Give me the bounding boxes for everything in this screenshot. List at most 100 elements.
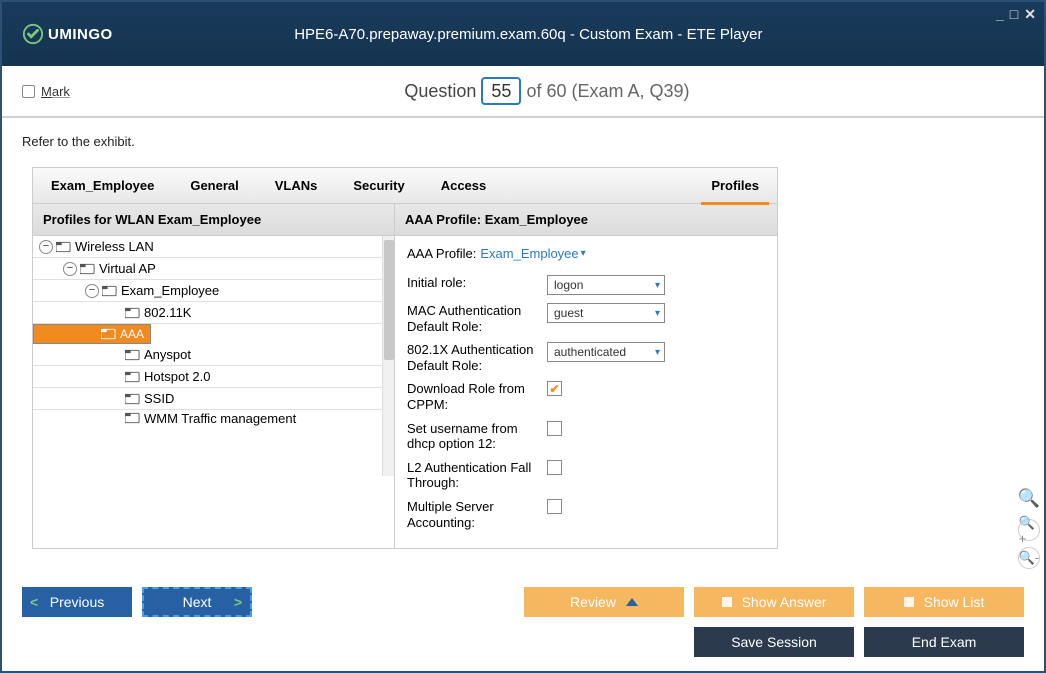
- collapse-icon[interactable]: −: [39, 240, 53, 254]
- tab-security[interactable]: Security: [335, 168, 422, 204]
- tree-item-label: AAA: [120, 327, 144, 341]
- dropdown[interactable]: authenticated▾: [547, 342, 665, 362]
- tree-item[interactable]: −Virtual AP: [33, 258, 394, 280]
- zoom-controls: 🔍 🔍+ 🔍-: [1018, 488, 1040, 569]
- chevron-down-icon: ▾: [655, 347, 660, 358]
- checkbox[interactable]: [547, 381, 562, 396]
- tree-item[interactable]: WMM Traffic management: [33, 410, 394, 426]
- tab-access[interactable]: Access: [423, 168, 505, 204]
- folder-icon: [56, 241, 71, 253]
- show-answer-label: Show Answer: [742, 594, 827, 610]
- zoom-out-button[interactable]: 🔍-: [1018, 547, 1040, 569]
- next-button[interactable]: Next >: [142, 587, 252, 617]
- folder-icon: [80, 263, 95, 275]
- tree-item[interactable]: −Exam_Employee: [33, 280, 394, 302]
- question-of: of 60 (Exam A, Q39): [526, 81, 689, 101]
- folder-icon: [125, 412, 140, 424]
- tree-header: Profiles for WLAN Exam_Employee: [33, 204, 394, 236]
- profiles-tree: − Wireless LAN −Virtual AP−Exam_Employee 80…: [33, 236, 394, 426]
- next-label: Next: [183, 594, 212, 610]
- aaa-body: AAA Profile: Exam_Employee ▾ Initial rol…: [395, 236, 777, 548]
- checkbox[interactable]: [547, 421, 562, 436]
- collapse-icon[interactable]: −: [63, 262, 77, 276]
- previous-button[interactable]: < Previous: [22, 587, 132, 617]
- form-label: MAC Authentication Default Role:: [407, 303, 547, 334]
- aaa-profile-select-line: AAA Profile: Exam_Employee ▾: [407, 246, 765, 261]
- folder-icon: [102, 285, 117, 297]
- form-row: Download Role from CPPM:: [407, 381, 765, 412]
- tree-wrap: − Wireless LAN −Virtual AP−Exam_Employee 80…: [33, 236, 394, 476]
- square-icon: [904, 597, 914, 607]
- tab-exam-employee[interactable]: Exam_Employee: [33, 168, 172, 204]
- refer-text: Refer to the exhibit.: [22, 134, 1024, 149]
- tree-item-label: 802.11K: [144, 305, 191, 320]
- checkbox[interactable]: [547, 460, 562, 475]
- review-label: Review: [570, 594, 616, 610]
- tree-item[interactable]: Anyspot: [33, 344, 394, 366]
- tab-profiles[interactable]: Profiles: [693, 168, 777, 204]
- question-number: 55: [481, 77, 521, 105]
- footer-row-2: Save Session End Exam: [22, 627, 1024, 657]
- window-controls: _ □ ✕: [996, 6, 1036, 23]
- form-label: Set username from dhcp option 12:: [407, 421, 547, 452]
- folder-icon: [125, 349, 140, 361]
- checkbox-icon: [22, 85, 35, 98]
- tree-item-label: Hotspot 2.0: [144, 369, 211, 384]
- triangle-up-icon: [626, 598, 638, 606]
- profiles-tree-panel: Profiles for WLAN Exam_Employee − Wireles…: [33, 204, 395, 548]
- question-word: Question: [404, 81, 476, 101]
- tree-item-label: Anyspot: [144, 347, 191, 362]
- zoom-in-button[interactable]: 🔍+: [1018, 519, 1040, 541]
- folder-icon: [125, 371, 140, 383]
- checkbox[interactable]: [547, 499, 562, 514]
- review-button[interactable]: Review: [524, 587, 684, 617]
- form-row: L2 Authentication Fall Through:: [407, 460, 765, 491]
- show-answer-button[interactable]: Show Answer: [694, 587, 854, 617]
- footer: < Previous Next > Review Show Answer Sho…: [2, 575, 1044, 671]
- form-row: 802.1X Authentication Default Role:authe…: [407, 342, 765, 373]
- minimize-button[interactable]: _: [996, 6, 1004, 23]
- chevron-down-icon: ▾: [655, 280, 660, 291]
- form-row: Set username from dhcp option 12:: [407, 421, 765, 452]
- scroll-thumb[interactable]: [384, 240, 394, 360]
- brand-logo: UMINGO: [22, 23, 113, 45]
- chevron-down-icon: ▾: [581, 248, 586, 259]
- tree-item[interactable]: SSID: [33, 388, 394, 410]
- tab-general[interactable]: General: [172, 168, 256, 204]
- end-exam-button[interactable]: End Exam: [864, 627, 1024, 657]
- dropdown[interactable]: guest▾: [547, 303, 665, 323]
- tree-item[interactable]: Hotspot 2.0: [33, 366, 394, 388]
- form-label: Multiple Server Accounting:: [407, 499, 547, 530]
- tree-item[interactable]: AAA: [33, 324, 151, 344]
- tree-item[interactable]: 802.11K: [33, 302, 394, 324]
- chevron-left-icon: <: [30, 594, 38, 610]
- mark-checkbox[interactable]: Mark: [22, 84, 70, 99]
- window-title: HPE6-A70.prepaway.premium.exam.60q - Cus…: [113, 26, 1024, 43]
- aaa-profile-label: AAA Profile:: [407, 246, 476, 261]
- form-row: MAC Authentication Default Role:guest▾: [407, 303, 765, 334]
- tree-item-label: SSID: [144, 391, 174, 406]
- panels: Profiles for WLAN Exam_Employee − Wireles…: [33, 204, 777, 548]
- question-bar: Mark Question 55 of 60 (Exam A, Q39): [2, 66, 1044, 118]
- tree-scrollbar[interactable]: [382, 236, 394, 476]
- tree-item-label: Wireless LAN: [75, 239, 154, 254]
- folder-icon: [101, 328, 116, 340]
- collapse-icon[interactable]: −: [85, 284, 99, 298]
- titlebar: _ □ ✕ UMINGO HPE6-A70.prepaway.premium.e…: [2, 2, 1044, 66]
- maximize-button[interactable]: □: [1010, 6, 1018, 23]
- form-row: Initial role:logon▾: [407, 275, 765, 295]
- tab-vlans[interactable]: VLANs: [257, 168, 336, 204]
- form-label: Initial role:: [407, 275, 547, 291]
- show-list-button[interactable]: Show List: [864, 587, 1024, 617]
- square-icon: [722, 597, 732, 607]
- save-session-button[interactable]: Save Session: [694, 627, 854, 657]
- checkmark-icon: [22, 23, 44, 45]
- aaa-profile-value[interactable]: Exam_Employee: [480, 246, 578, 261]
- close-button[interactable]: ✕: [1024, 6, 1036, 23]
- tree-item[interactable]: − Wireless LAN: [33, 236, 394, 258]
- exhibit-panel: Exam_Employee General VLANs Security Acc…: [32, 167, 778, 549]
- tree-item-label: WMM Traffic management: [144, 411, 296, 426]
- aaa-profile-panel: AAA Profile: Exam_Employee AAA Profile: …: [395, 204, 777, 548]
- dropdown[interactable]: logon▾: [547, 275, 665, 295]
- form-row: Multiple Server Accounting:: [407, 499, 765, 530]
